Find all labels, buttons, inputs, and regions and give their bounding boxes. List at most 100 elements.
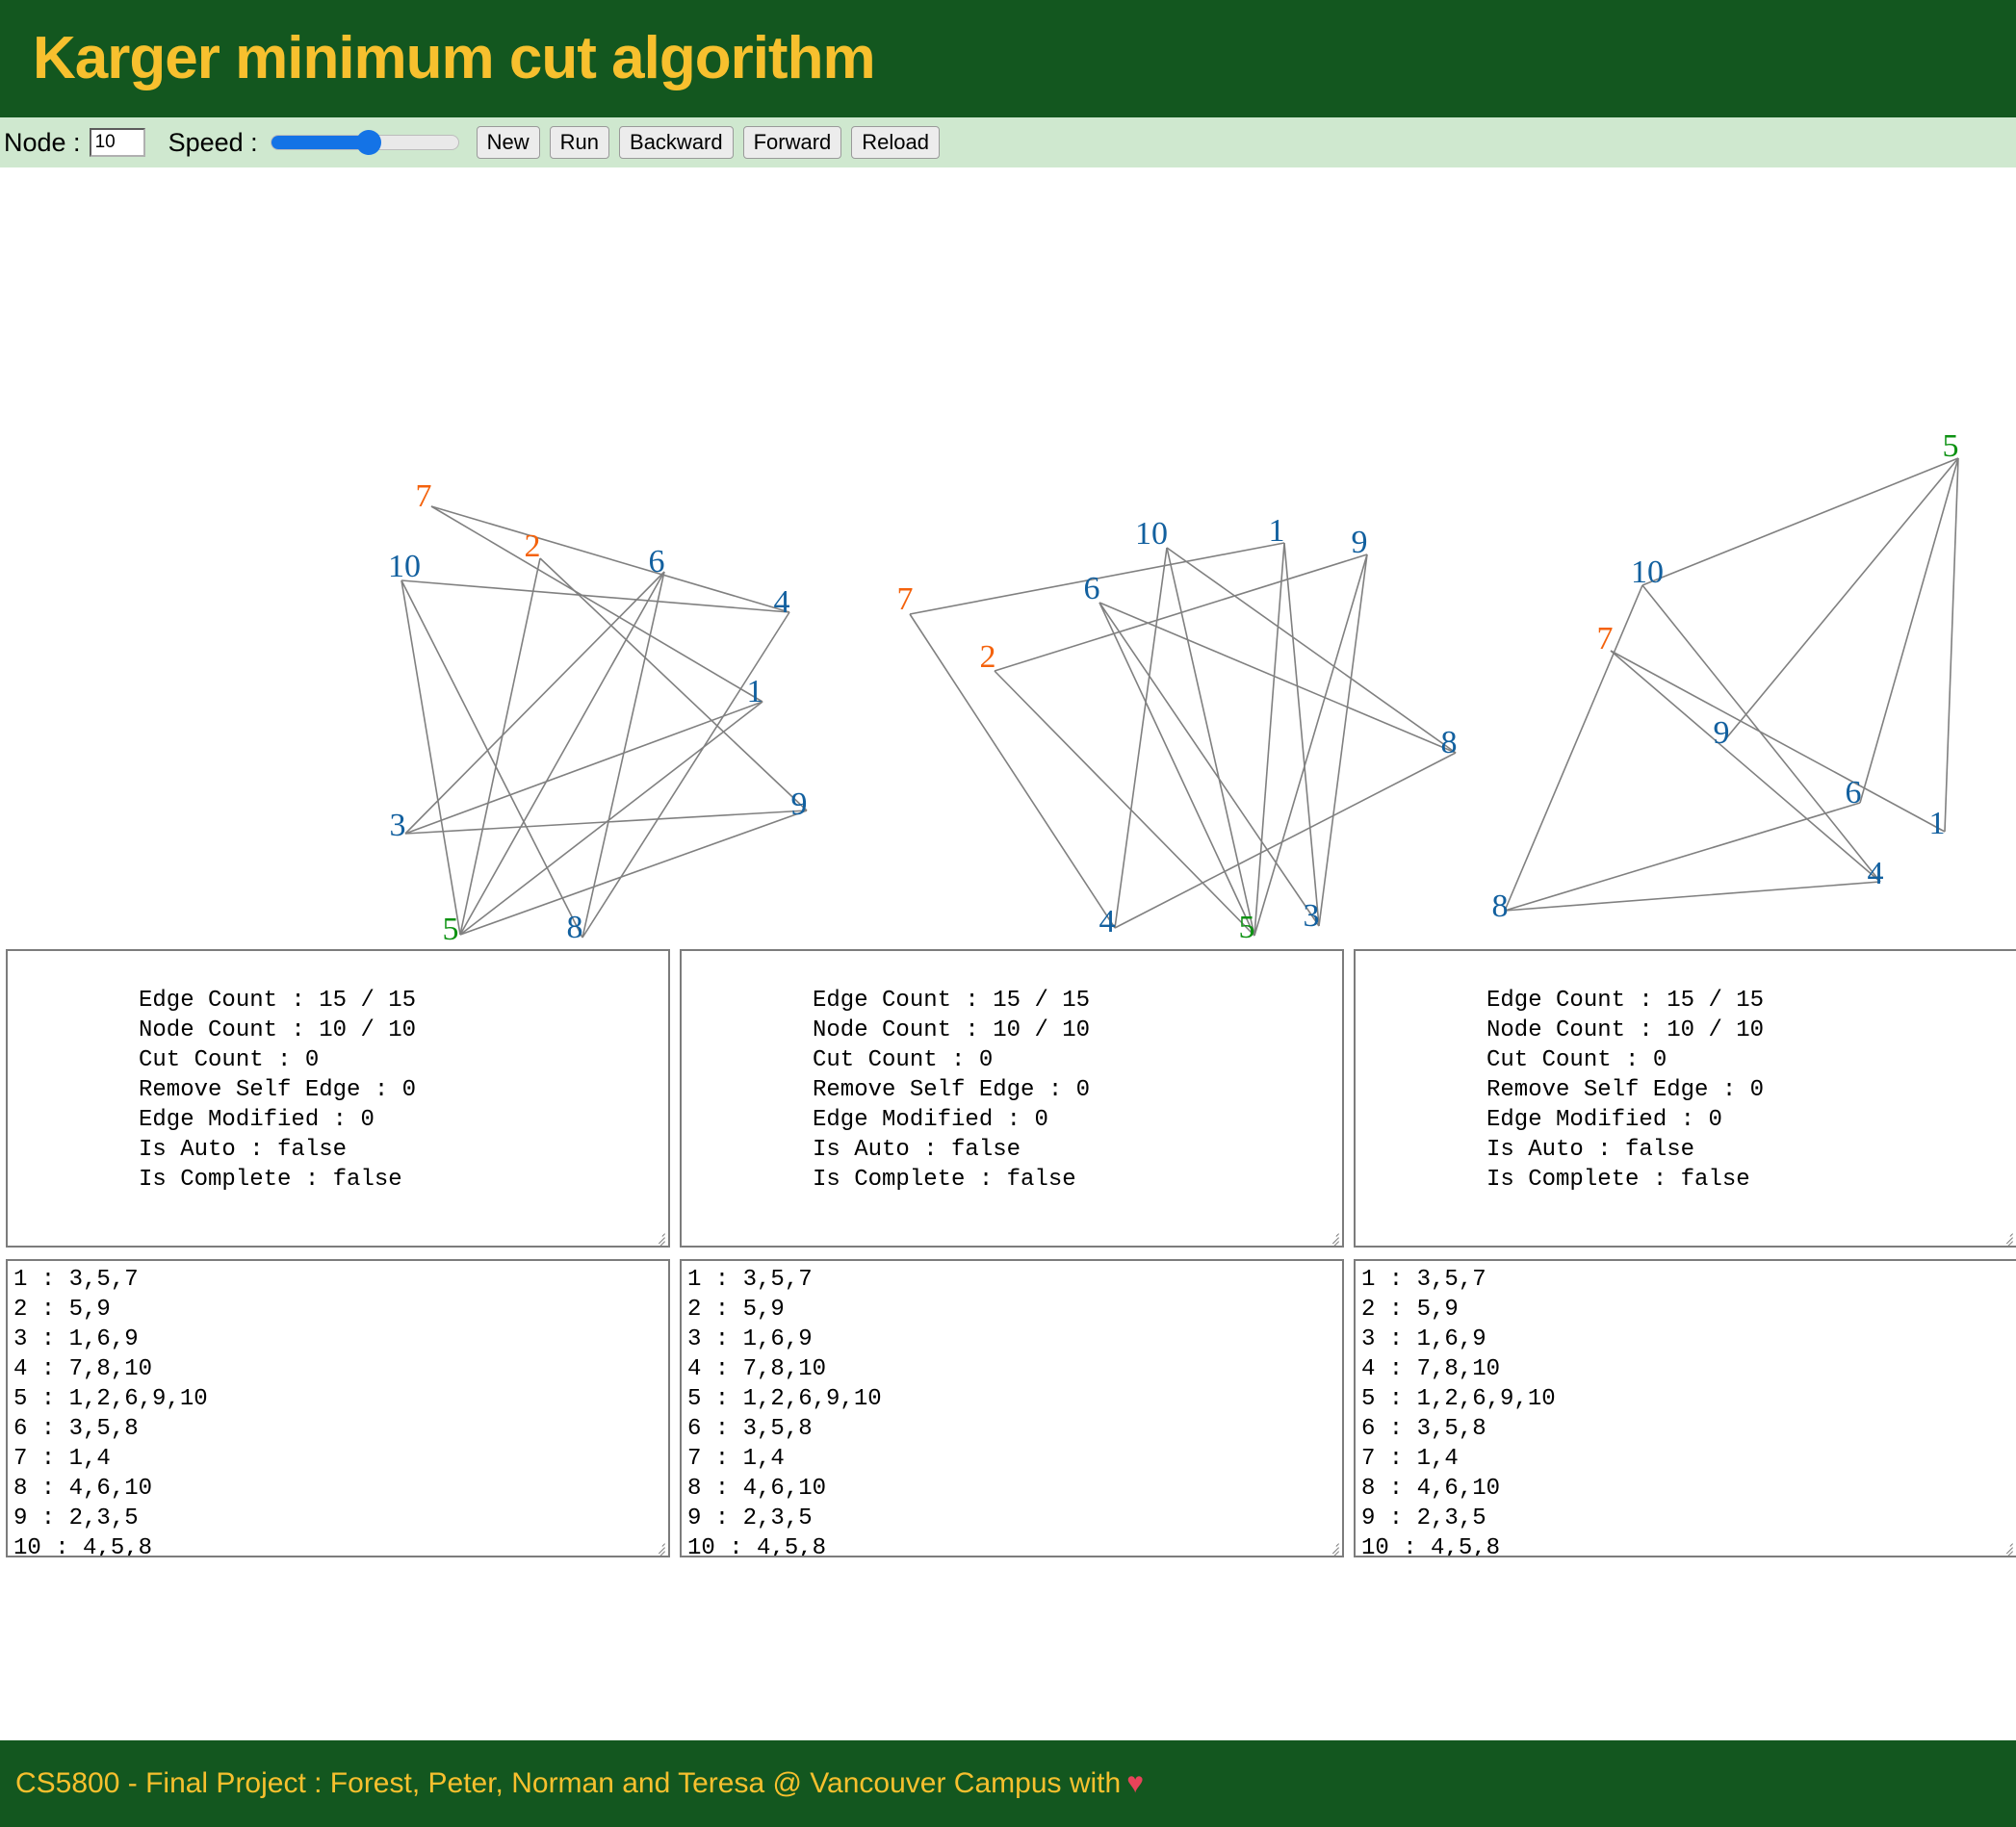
graph-node-label-4[interactable]: 4 bbox=[774, 584, 790, 620]
graph-node-label-1[interactable]: 1 bbox=[747, 674, 763, 709]
graph-node-label-4[interactable]: 4 bbox=[1099, 904, 1116, 939]
graph-edge bbox=[401, 579, 790, 613]
heart-icon: ♥ bbox=[1126, 1767, 1145, 1799]
graph-edge bbox=[401, 579, 583, 939]
graph-edge bbox=[459, 571, 665, 936]
speed-label: Speed : bbox=[168, 127, 258, 157]
status-textarea[interactable]: Edge Count : 15 / 15 Node Count : 10 / 1… bbox=[1354, 949, 2016, 1248]
resize-grip-icon[interactable] bbox=[1998, 1228, 2013, 1246]
graph-visualization-strip: 7 2 10 6 4 1 3 9 5 8 10 1 9 6 7 2 8 4 5 3 5 10 7 9 6 1 4 8 bbox=[0, 167, 2016, 949]
panel-column: Edge Count : 15 / 15 Node Count : 10 / 1… bbox=[1354, 949, 2016, 1557]
adjacency-textarea[interactable]: 1 : 3,5,7 2 : 5,9 3 : 1,6,9 4 : 7,8,10 5… bbox=[680, 1259, 1344, 1557]
graph-edge bbox=[459, 810, 808, 936]
graph-edge bbox=[1504, 584, 1643, 912]
graph-edge bbox=[1098, 602, 1320, 927]
resize-grip-icon[interactable] bbox=[1324, 1538, 1339, 1556]
graph-node-label-5[interactable]: 5 bbox=[443, 912, 459, 947]
graph-node-label-5[interactable]: 5 bbox=[1239, 910, 1255, 945]
graph-edge bbox=[459, 701, 763, 936]
graph-node-label-1[interactable]: 1 bbox=[1269, 513, 1285, 549]
reload-button[interactable]: Reload bbox=[851, 125, 941, 160]
app-footer: CS5800 - Final Project : Forest, Peter, … bbox=[0, 1740, 2016, 1827]
graph-node-label-10[interactable]: 10 bbox=[1631, 554, 1664, 590]
forward-button[interactable]: Forward bbox=[742, 125, 842, 160]
new-button[interactable]: New bbox=[476, 125, 540, 160]
graph-node-label-9[interactable]: 9 bbox=[1714, 715, 1730, 751]
node-label: Node : bbox=[4, 127, 81, 157]
graph-node-label-1[interactable]: 1 bbox=[1929, 806, 1946, 841]
node-count-input[interactable] bbox=[89, 128, 145, 157]
graph-3: 5 10 7 9 6 1 4 8 bbox=[1492, 428, 1959, 924]
graph-edge bbox=[1254, 553, 1368, 937]
adjacency-textarea[interactable]: 1 : 3,5,7 2 : 5,9 3 : 1,6,9 4 : 7,8,10 5… bbox=[1354, 1259, 2016, 1557]
status-textarea[interactable]: Edge Count : 15 / 15 Node Count : 10 / 1… bbox=[680, 949, 1344, 1248]
graph-node-label-3[interactable]: 3 bbox=[1304, 898, 1320, 934]
graph-edge bbox=[1944, 457, 1959, 833]
graph-edge bbox=[1641, 457, 1959, 586]
graph-edge bbox=[1318, 553, 1368, 927]
resize-grip-icon[interactable] bbox=[650, 1228, 665, 1246]
graph-1: 7210 641395 8 bbox=[388, 478, 808, 947]
toolbar: Node : Speed : New Run Backward Forward … bbox=[0, 117, 2016, 167]
speed-control: Speed : bbox=[168, 128, 477, 158]
app-header: Karger minimum cut algorithm bbox=[0, 0, 2016, 117]
graph-edge bbox=[1504, 802, 1861, 912]
graph-node-label-9[interactable]: 9 bbox=[791, 786, 808, 822]
graph-node-label-6[interactable]: 6 bbox=[1084, 571, 1100, 606]
graph-node-label-2[interactable]: 2 bbox=[525, 528, 541, 564]
graph-edge bbox=[1610, 650, 1881, 883]
graph-node-label-3[interactable]: 3 bbox=[390, 808, 406, 843]
resize-grip-icon[interactable] bbox=[1324, 1228, 1339, 1246]
graph-edge bbox=[1254, 542, 1285, 937]
graph-node-label-8[interactable]: 8 bbox=[567, 910, 583, 945]
graph-node-label-4[interactable]: 4 bbox=[1868, 856, 1884, 891]
graph-edge bbox=[1098, 602, 1255, 937]
graph-edge bbox=[1859, 457, 1959, 804]
graph-edge bbox=[1166, 547, 1255, 937]
graph-canvas: 7210 641395 810 1 967284 5 3510796148 bbox=[388, 428, 1959, 947]
graph-node-label-7[interactable]: 7 bbox=[416, 478, 432, 514]
resize-grip-icon[interactable] bbox=[650, 1538, 665, 1556]
graph-node-label-2[interactable]: 2 bbox=[980, 639, 996, 675]
speed-slider-thumb[interactable] bbox=[355, 130, 381, 155]
adjacency-textarea[interactable]: 1 : 3,5,7 2 : 5,9 3 : 1,6,9 4 : 7,8,10 5… bbox=[6, 1259, 670, 1557]
backward-button[interactable]: Backward bbox=[619, 125, 734, 160]
graph-node-label-6[interactable]: 6 bbox=[1846, 775, 1862, 811]
graph-edge bbox=[404, 701, 763, 835]
graph-node-label-7[interactable]: 7 bbox=[897, 581, 914, 617]
graph-2: 10 1 9 6 7 2 8 4 5 3 bbox=[897, 513, 1458, 945]
status-textarea[interactable]: Edge Count : 15 / 15 Node Count : 10 / 1… bbox=[6, 949, 670, 1248]
graph-edge bbox=[430, 505, 790, 613]
page-title: Karger minimum cut algorithm bbox=[33, 25, 876, 91]
graph-edge bbox=[430, 505, 763, 703]
speed-slider-fill bbox=[271, 136, 369, 149]
graph-edge bbox=[1725, 457, 1959, 739]
speed-slider[interactable] bbox=[270, 130, 459, 155]
graph-node-label-9[interactable]: 9 bbox=[1352, 525, 1368, 560]
graph-edge bbox=[1641, 584, 1881, 883]
footer-text: CS5800 - Final Project : Forest, Peter, … bbox=[15, 1767, 1122, 1799]
resize-grip-icon[interactable] bbox=[1998, 1538, 2013, 1556]
run-button[interactable]: Run bbox=[549, 125, 610, 160]
panel-column: Edge Count : 15 / 15 Node Count : 10 / 1… bbox=[6, 949, 670, 1557]
graph-edge bbox=[1114, 752, 1457, 929]
graph-edge bbox=[1504, 881, 1881, 912]
graph-node-label-6[interactable]: 6 bbox=[649, 544, 665, 579]
graph-edge bbox=[909, 613, 1116, 929]
graph-edge bbox=[401, 579, 461, 936]
graph-node-label-7[interactable]: 7 bbox=[1597, 621, 1614, 656]
graph-node-label-8[interactable]: 8 bbox=[1441, 725, 1458, 760]
graph-node-label-10[interactable]: 10 bbox=[1135, 516, 1168, 552]
graph-edge bbox=[582, 571, 665, 939]
graph-edge bbox=[539, 557, 808, 811]
panel-column: Edge Count : 15 / 15 Node Count : 10 / 1… bbox=[680, 949, 1344, 1557]
graph-edge bbox=[1166, 547, 1457, 754]
graph-edge bbox=[1114, 547, 1168, 929]
panels-row: Edge Count : 15 / 15 Node Count : 10 / 1… bbox=[0, 949, 2016, 1557]
graph-node-label-8[interactable]: 8 bbox=[1492, 888, 1509, 924]
graph-node-label-10[interactable]: 10 bbox=[388, 549, 421, 584]
graph-edge bbox=[459, 557, 541, 936]
graph-edge bbox=[404, 571, 665, 835]
graph-edge bbox=[1610, 650, 1946, 833]
graph-node-label-5[interactable]: 5 bbox=[1943, 428, 1959, 464]
